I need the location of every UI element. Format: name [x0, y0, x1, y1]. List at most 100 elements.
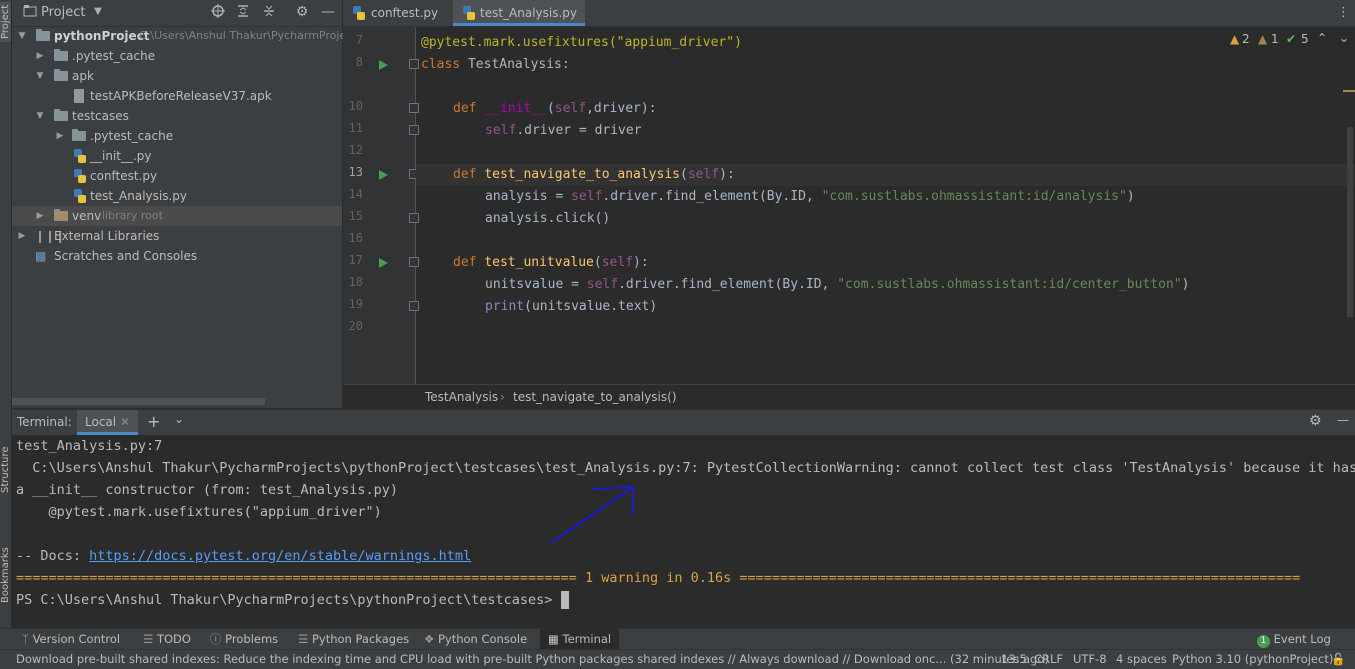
- tree-item-pytest-cache[interactable]: ▶ .pytest_cache: [12, 46, 342, 66]
- chevron-right-icon[interactable]: ▶: [54, 126, 66, 146]
- tabs-menu-icon[interactable]: ⋮: [1337, 0, 1350, 26]
- locate-target-icon[interactable]: [210, 4, 226, 20]
- tree-item-testcases-pytest-cache[interactable]: ▶ .pytest_cache: [12, 126, 342, 146]
- structure-tool-tab[interactable]: Structure: [0, 440, 11, 500]
- chevron-down-icon[interactable]: ▼: [34, 106, 46, 126]
- project-tool-tab[interactable]: Project: [0, 2, 11, 42]
- tree-item-label: External Libraries: [54, 229, 160, 243]
- tree-item-apk-file[interactable]: testAPKBeforeReleaseV37.apk: [12, 86, 342, 106]
- tab-version-control[interactable]: ᛉ Version Control: [22, 629, 120, 649]
- tree-item-label: testAPKBeforeReleaseV37.apk: [90, 89, 272, 103]
- python-file-icon: [463, 6, 475, 20]
- warning-icon[interactable]: ▲: [1230, 32, 1239, 46]
- file-encoding[interactable]: UTF-8: [1073, 652, 1107, 666]
- tab-event-log[interactable]: 1 Event Log: [1257, 629, 1331, 649]
- chevron-right-icon[interactable]: ▶: [16, 226, 28, 246]
- tab-todo[interactable]: ☰ TODO: [143, 629, 191, 649]
- tree-item-conftest-py[interactable]: conftest.py: [12, 166, 342, 186]
- python-interpreter[interactable]: Python 3.10 (pythonProject): [1172, 652, 1333, 666]
- tree-item-venv[interactable]: ▶ venv library root: [12, 206, 342, 226]
- minimize-icon[interactable]: —: [320, 4, 336, 20]
- tree-item-scratches[interactable]: ▩ Scratches and Consoles: [12, 246, 342, 266]
- folder-icon: [72, 129, 86, 141]
- tab-label: Python Packages: [311, 632, 410, 646]
- vertical-scrollbar[interactable]: [1347, 127, 1353, 317]
- info-icon: ⓘ: [210, 632, 222, 646]
- terminal-prompt-line[interactable]: PS C:\Users\Anshul Thakur\PycharmProject…: [16, 589, 569, 611]
- chevron-right-icon[interactable]: ▶: [34, 206, 46, 226]
- bookmarks-tool-tab[interactable]: Bookmarks: [0, 540, 11, 610]
- run-class-icon[interactable]: [379, 60, 388, 70]
- breadcrumb-class[interactable]: TestAnalysis: [425, 390, 498, 404]
- fold-marker-icon[interactable]: [409, 103, 419, 113]
- tree-item-test-analysis-py[interactable]: test_Analysis.py: [12, 186, 342, 206]
- run-test-icon[interactable]: [379, 170, 388, 180]
- code-line-15: analysis.click(): [485, 208, 610, 230]
- terminal-prompt: PS C:\Users\Anshul Thakur\PycharmProject…: [16, 592, 561, 608]
- status-message[interactable]: Download pre-built shared indexes: Reduc…: [16, 652, 1049, 666]
- chevron-up-icon[interactable]: ⌃: [1317, 31, 1327, 45]
- fold-marker-icon[interactable]: [409, 59, 419, 69]
- fold-marker-icon[interactable]: [409, 125, 419, 135]
- fold-marker-icon[interactable]: [409, 301, 419, 311]
- expand-all-icon[interactable]: [235, 4, 251, 20]
- tree-item-external-libraries[interactable]: ▶ ❙❙❙ External Libraries: [12, 226, 342, 246]
- tree-item-label: pythonProject: [54, 29, 150, 43]
- gear-icon[interactable]: ⚙: [1309, 413, 1322, 429]
- fold-marker-icon[interactable]: [409, 257, 419, 267]
- horizontal-scrollbar[interactable]: [12, 398, 265, 405]
- code-line-18: unitsvalue = self.driver.find_element(By…: [485, 274, 1189, 296]
- terminal-line: C:\Users\Anshul Thakur\PycharmProjects\p…: [16, 460, 1355, 476]
- bookmarks-tool-tab-label: Bookmarks: [0, 547, 11, 603]
- tab-python-console[interactable]: ❖ Python Console: [424, 629, 527, 649]
- gear-icon[interactable]: ⚙: [294, 4, 310, 20]
- line-separator[interactable]: CRLF: [1034, 652, 1063, 666]
- collapse-all-icon[interactable]: [261, 4, 277, 20]
- tree-item-pythonproject[interactable]: ▼ pythonProject C:\Users\Anshul Thakur\P…: [12, 26, 346, 46]
- fold-marker-icon[interactable]: [409, 213, 419, 223]
- tree-item-testcases[interactable]: ▼ testcases: [12, 106, 342, 126]
- summary-warning: 1 warning: [584, 570, 659, 586]
- tab-local[interactable]: Local ✕: [77, 410, 138, 435]
- minimize-icon[interactable]: —: [1337, 413, 1349, 427]
- lock-icon[interactable]: 🔓: [1331, 652, 1345, 666]
- docs-link[interactable]: https://docs.pytest.org/en/stable/warnin…: [89, 548, 471, 564]
- tab-test-analysis[interactable]: test_Analysis.py: [453, 0, 585, 26]
- project-panel-title[interactable]: Project: [41, 5, 85, 20]
- summary-time: in 0.16s: [658, 570, 740, 586]
- add-terminal-icon[interactable]: +: [147, 412, 160, 431]
- line-number: 12: [348, 143, 363, 157]
- check-icon[interactable]: ✔: [1286, 32, 1296, 46]
- breadcrumb-method[interactable]: test_navigate_to_analysis(): [513, 390, 677, 404]
- terminal-header: Terminal: Local ✕ + ⌄ ⚙ —: [12, 409, 1355, 435]
- structure-tool-tab-label: Structure: [0, 446, 11, 494]
- caret-position[interactable]: 13:5: [1001, 652, 1027, 666]
- editor-tabs: conftest.py test_Analysis.py ⋮: [343, 0, 1355, 27]
- code-editor[interactable]: 7 8 10 11 12 13 14 15 16 17 18 19 20 @py…: [343, 27, 1355, 408]
- chevron-down-icon[interactable]: ⌄: [174, 412, 184, 426]
- tab-label: Terminal: [562, 632, 612, 646]
- terminal-output[interactable]: test_Analysis.py:7 C:\Users\Anshul Thaku…: [12, 435, 1355, 628]
- weak-warning-count: 1: [1271, 32, 1279, 46]
- tab-terminal[interactable]: ▦ Terminal: [540, 629, 620, 649]
- run-test-icon[interactable]: [379, 258, 388, 268]
- line-number: 18: [348, 275, 363, 289]
- chevron-down-icon[interactable]: ▼: [90, 4, 106, 20]
- function-name: test_unitvalue: [484, 255, 594, 270]
- tab-conftest[interactable]: conftest.py: [343, 0, 451, 26]
- tree-item-apk[interactable]: ▼ apk: [12, 66, 342, 86]
- chevron-right-icon[interactable]: ▶: [34, 46, 46, 66]
- line-number: 16: [348, 231, 363, 245]
- tab-label: Problems: [225, 632, 279, 646]
- chevron-down-icon[interactable]: ▼: [34, 66, 46, 86]
- chevron-down-icon[interactable]: ⌄: [1339, 31, 1349, 45]
- terminal-icon: ▦: [548, 632, 559, 646]
- indent-setting[interactable]: 4 spaces: [1116, 652, 1167, 666]
- tree-item-label: venv: [72, 209, 102, 223]
- tab-python-packages[interactable]: ☰ Python Packages: [298, 629, 409, 649]
- tab-problems[interactable]: ⓘ Problems: [210, 629, 278, 649]
- weak-warning-icon[interactable]: ▲: [1258, 32, 1267, 46]
- close-icon[interactable]: ✕: [120, 415, 130, 429]
- tree-item-init-py[interactable]: __init__.py: [12, 146, 342, 166]
- chevron-down-icon[interactable]: ▼: [16, 26, 28, 46]
